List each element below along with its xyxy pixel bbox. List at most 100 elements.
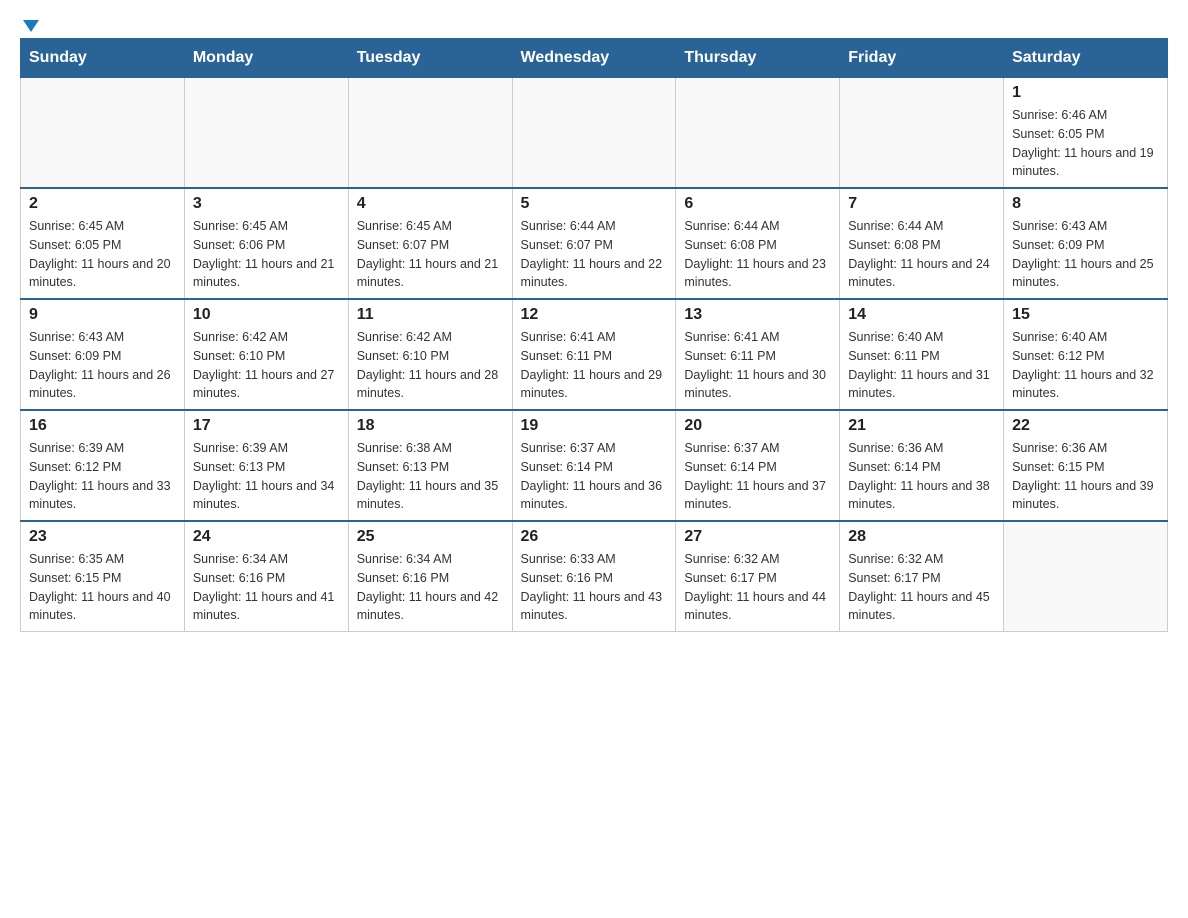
calendar-cell [676,78,840,189]
weekday-header-saturday: Saturday [1004,39,1168,78]
day-info: Sunrise: 6:36 AMSunset: 6:14 PMDaylight:… [848,439,995,514]
day-number: 9 [29,306,176,324]
calendar-table: SundayMondayTuesdayWednesdayThursdayFrid… [20,38,1168,632]
weekday-header-thursday: Thursday [676,39,840,78]
calendar-cell: 20 Sunrise: 6:37 AMSunset: 6:14 PMDayligh… [676,410,840,521]
day-info: Sunrise: 6:44 AMSunset: 6:08 PMDaylight:… [848,217,995,292]
day-info: Sunrise: 6:42 AMSunset: 6:10 PMDaylight:… [357,328,504,403]
day-info: Sunrise: 6:39 AMSunset: 6:12 PMDaylight:… [29,439,176,514]
calendar-week-row: 9 Sunrise: 6:43 AMSunset: 6:09 PMDaylight… [21,299,1168,410]
calendar-week-row: 2 Sunrise: 6:45 AMSunset: 6:05 PMDaylight… [21,188,1168,299]
calendar-cell [348,78,512,189]
day-info: Sunrise: 6:45 AMSunset: 6:05 PMDaylight:… [29,217,176,292]
day-info: Sunrise: 6:45 AMSunset: 6:06 PMDaylight:… [193,217,340,292]
day-number: 19 [521,417,668,435]
day-info: Sunrise: 6:35 AMSunset: 6:15 PMDaylight:… [29,550,176,625]
calendar-cell: 2 Sunrise: 6:45 AMSunset: 6:05 PMDaylight… [21,188,185,299]
day-number: 22 [1012,417,1159,435]
day-number: 6 [684,195,831,213]
day-number: 13 [684,306,831,324]
day-number: 15 [1012,306,1159,324]
calendar-cell: 9 Sunrise: 6:43 AMSunset: 6:09 PMDaylight… [21,299,185,410]
weekday-header-row: SundayMondayTuesdayWednesdayThursdayFrid… [21,39,1168,78]
day-number: 1 [1012,84,1159,102]
day-info: Sunrise: 6:32 AMSunset: 6:17 PMDaylight:… [848,550,995,625]
day-info: Sunrise: 6:37 AMSunset: 6:14 PMDaylight:… [684,439,831,514]
calendar-cell [184,78,348,189]
day-number: 23 [29,528,176,546]
weekday-header-friday: Friday [840,39,1004,78]
day-info: Sunrise: 6:41 AMSunset: 6:11 PMDaylight:… [684,328,831,403]
day-number: 27 [684,528,831,546]
logo [20,20,39,28]
day-number: 14 [848,306,995,324]
calendar-cell: 25 Sunrise: 6:34 AMSunset: 6:16 PMDayligh… [348,521,512,632]
calendar-cell: 15 Sunrise: 6:40 AMSunset: 6:12 PMDayligh… [1004,299,1168,410]
day-number: 2 [29,195,176,213]
weekday-header-tuesday: Tuesday [348,39,512,78]
calendar-cell: 3 Sunrise: 6:45 AMSunset: 6:06 PMDaylight… [184,188,348,299]
calendar-cell: 16 Sunrise: 6:39 AMSunset: 6:12 PMDayligh… [21,410,185,521]
day-info: Sunrise: 6:38 AMSunset: 6:13 PMDaylight:… [357,439,504,514]
day-info: Sunrise: 6:40 AMSunset: 6:12 PMDaylight:… [1012,328,1159,403]
day-info: Sunrise: 6:43 AMSunset: 6:09 PMDaylight:… [29,328,176,403]
day-info: Sunrise: 6:44 AMSunset: 6:07 PMDaylight:… [521,217,668,292]
day-info: Sunrise: 6:39 AMSunset: 6:13 PMDaylight:… [193,439,340,514]
calendar-cell: 22 Sunrise: 6:36 AMSunset: 6:15 PMDayligh… [1004,410,1168,521]
calendar-cell: 26Sunrise: 6:33 AMSunset: 6:16 PMDayligh… [512,521,676,632]
calendar-week-row: 23 Sunrise: 6:35 AMSunset: 6:15 PMDayligh… [21,521,1168,632]
day-number: 11 [357,306,504,324]
calendar-week-row: 1 Sunrise: 6:46 AMSunset: 6:05 PMDaylight… [21,78,1168,189]
calendar-cell [512,78,676,189]
day-number: 17 [193,417,340,435]
day-number: 25 [357,528,504,546]
day-number: 20 [684,417,831,435]
calendar-cell: 12Sunrise: 6:41 AMSunset: 6:11 PMDayligh… [512,299,676,410]
calendar-cell: 28 Sunrise: 6:32 AMSunset: 6:17 PMDayligh… [840,521,1004,632]
calendar-cell: 11 Sunrise: 6:42 AMSunset: 6:10 PMDayligh… [348,299,512,410]
calendar-week-row: 16 Sunrise: 6:39 AMSunset: 6:12 PMDayligh… [21,410,1168,521]
day-number: 16 [29,417,176,435]
day-info: Sunrise: 6:36 AMSunset: 6:15 PMDaylight:… [1012,439,1159,514]
calendar-cell: 14 Sunrise: 6:40 AMSunset: 6:11 PMDayligh… [840,299,1004,410]
day-number: 5 [521,195,668,213]
day-number: 18 [357,417,504,435]
calendar-cell: 24 Sunrise: 6:34 AMSunset: 6:16 PMDayligh… [184,521,348,632]
weekday-header-monday: Monday [184,39,348,78]
logo-triangle-icon [23,20,39,32]
calendar-cell: 8Sunrise: 6:43 AMSunset: 6:09 PMDaylight… [1004,188,1168,299]
calendar-cell: 5 Sunrise: 6:44 AMSunset: 6:07 PMDaylight… [512,188,676,299]
day-number: 28 [848,528,995,546]
day-info: Sunrise: 6:34 AMSunset: 6:16 PMDaylight:… [193,550,340,625]
day-number: 21 [848,417,995,435]
day-number: 8 [1012,195,1159,213]
day-number: 12 [521,306,668,324]
calendar-cell: 4 Sunrise: 6:45 AMSunset: 6:07 PMDaylight… [348,188,512,299]
day-number: 4 [357,195,504,213]
calendar-cell [840,78,1004,189]
calendar-cell: 27 Sunrise: 6:32 AMSunset: 6:17 PMDayligh… [676,521,840,632]
calendar-cell: 7 Sunrise: 6:44 AMSunset: 6:08 PMDaylight… [840,188,1004,299]
weekday-header-sunday: Sunday [21,39,185,78]
weekday-header-wednesday: Wednesday [512,39,676,78]
day-number: 10 [193,306,340,324]
calendar-cell: 13 Sunrise: 6:41 AMSunset: 6:11 PMDayligh… [676,299,840,410]
day-number: 24 [193,528,340,546]
day-info: Sunrise: 6:32 AMSunset: 6:17 PMDaylight:… [684,550,831,625]
calendar-cell: 19Sunrise: 6:37 AMSunset: 6:14 PMDayligh… [512,410,676,521]
day-info: Sunrise: 6:46 AMSunset: 6:05 PMDaylight:… [1012,106,1159,181]
day-info: Sunrise: 6:42 AMSunset: 6:10 PMDaylight:… [193,328,340,403]
day-info: Sunrise: 6:45 AMSunset: 6:07 PMDaylight:… [357,217,504,292]
calendar-cell: 1 Sunrise: 6:46 AMSunset: 6:05 PMDaylight… [1004,78,1168,189]
calendar-cell: 6 Sunrise: 6:44 AMSunset: 6:08 PMDaylight… [676,188,840,299]
day-number: 7 [848,195,995,213]
calendar-cell: 10 Sunrise: 6:42 AMSunset: 6:10 PMDayligh… [184,299,348,410]
calendar-cell [21,78,185,189]
day-number: 3 [193,195,340,213]
day-info: Sunrise: 6:40 AMSunset: 6:11 PMDaylight:… [848,328,995,403]
calendar-cell: 23 Sunrise: 6:35 AMSunset: 6:15 PMDayligh… [21,521,185,632]
calendar-cell: 21 Sunrise: 6:36 AMSunset: 6:14 PMDayligh… [840,410,1004,521]
day-info: Sunrise: 6:44 AMSunset: 6:08 PMDaylight:… [684,217,831,292]
day-info: Sunrise: 6:33 AMSunset: 6:16 PMDaylight:… [521,550,668,625]
day-info: Sunrise: 6:34 AMSunset: 6:16 PMDaylight:… [357,550,504,625]
